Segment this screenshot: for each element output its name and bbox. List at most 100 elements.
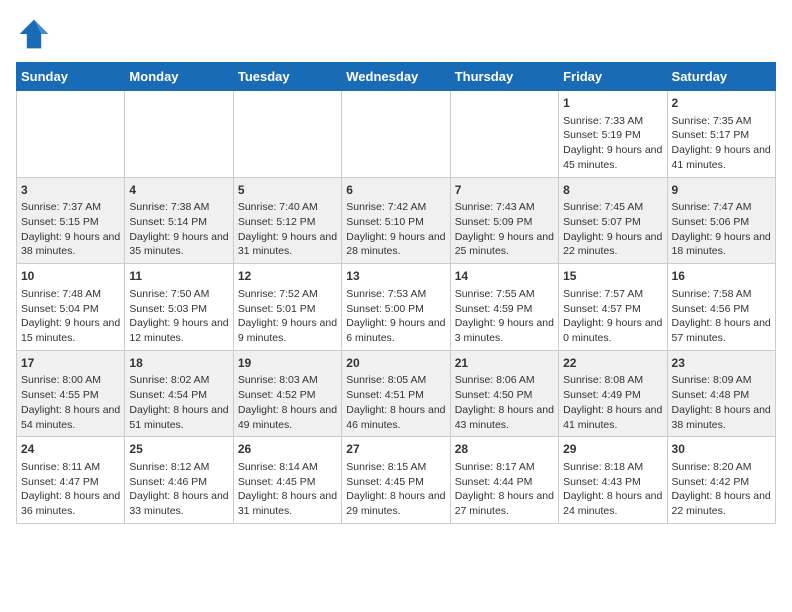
daylight-text: Daylight: 8 hours and 57 minutes. (672, 316, 771, 345)
sunset-text: Sunset: 4:44 PM (455, 475, 554, 490)
sunrise-text: Sunrise: 7:43 AM (455, 200, 554, 215)
header-sunday: Sunday (17, 63, 125, 91)
daylight-text: Daylight: 9 hours and 12 minutes. (129, 316, 228, 345)
calendar-cell (233, 91, 341, 178)
calendar-cell: 26 Sunrise: 8:14 AMSunset: 4:45 PMDayligh… (233, 437, 341, 524)
daylight-text: Daylight: 9 hours and 28 minutes. (346, 230, 445, 259)
sunset-text: Sunset: 4:55 PM (21, 388, 120, 403)
day-number: 10 (21, 268, 120, 285)
daylight-text: Daylight: 8 hours and 41 minutes. (563, 403, 662, 432)
sunset-text: Sunset: 4:51 PM (346, 388, 445, 403)
calendar-week-3: 10Sunrise: 7:48 AMSunset: 5:04 PMDayligh… (17, 264, 776, 351)
sunrise-text: Sunrise: 8:03 AM (238, 373, 337, 388)
daylight-text: Daylight: 9 hours and 18 minutes. (672, 230, 771, 259)
calendar-cell: 16Sunrise: 7:58 AMSunset: 4:56 PMDayligh… (667, 264, 775, 351)
day-number: 25 (129, 441, 228, 458)
daylight-text: Daylight: 9 hours and 15 minutes. (21, 316, 120, 345)
calendar-cell: 18Sunrise: 8:02 AMSunset: 4:54 PMDayligh… (125, 350, 233, 437)
sunset-text: Sunset: 5:09 PM (455, 215, 554, 230)
sunset-text: Sunset: 5:10 PM (346, 215, 445, 230)
page-header (16, 16, 776, 52)
calendar-cell: 7Sunrise: 7:43 AMSunset: 5:09 PMDaylight… (450, 177, 558, 264)
day-number: 26 (238, 441, 337, 458)
sunset-text: Sunset: 4:50 PM (455, 388, 554, 403)
daylight-text: Daylight: 8 hours and 31 minutes. (238, 489, 337, 518)
daylight-text: Daylight: 9 hours and 45 minutes. (563, 143, 662, 172)
day-number: 3 (21, 182, 120, 199)
calendar-cell: 21Sunrise: 8:06 AMSunset: 4:50 PMDayligh… (450, 350, 558, 437)
sunset-text: Sunset: 4:45 PM (238, 475, 337, 490)
sunrise-text: Sunrise: 7:53 AM (346, 287, 445, 302)
daylight-text: Daylight: 8 hours and 22 minutes. (672, 489, 771, 518)
daylight-text: Daylight: 8 hours and 43 minutes. (455, 403, 554, 432)
sunset-text: Sunset: 4:57 PM (563, 302, 662, 317)
header-wednesday: Wednesday (342, 63, 450, 91)
calendar-cell: 20Sunrise: 8:05 AMSunset: 4:51 PMDayligh… (342, 350, 450, 437)
daylight-text: Daylight: 8 hours and 49 minutes. (238, 403, 337, 432)
calendar-cell: 1Sunrise: 7:33 AMSunset: 5:19 PMDaylight… (559, 91, 667, 178)
sunset-text: Sunset: 5:14 PM (129, 215, 228, 230)
daylight-text: Daylight: 8 hours and 38 minutes. (672, 403, 771, 432)
sunset-text: Sunset: 4:49 PM (563, 388, 662, 403)
logo (16, 16, 56, 52)
day-number: 19 (238, 355, 337, 372)
daylight-text: Daylight: 9 hours and 22 minutes. (563, 230, 662, 259)
day-number: 5 (238, 182, 337, 199)
day-number: 4 (129, 182, 228, 199)
day-number: 20 (346, 355, 445, 372)
daylight-text: Daylight: 9 hours and 3 minutes. (455, 316, 554, 345)
sunset-text: Sunset: 5:03 PM (129, 302, 228, 317)
day-number: 22 (563, 355, 662, 372)
daylight-text: Daylight: 9 hours and 31 minutes. (238, 230, 337, 259)
header-saturday: Saturday (667, 63, 775, 91)
calendar-cell: 2Sunrise: 7:35 AMSunset: 5:17 PMDaylight… (667, 91, 775, 178)
sunrise-text: Sunrise: 8:00 AM (21, 373, 120, 388)
sunrise-text: Sunrise: 7:38 AM (129, 200, 228, 215)
day-number: 2 (672, 95, 771, 112)
sunrise-text: Sunrise: 8:02 AM (129, 373, 228, 388)
daylight-text: Daylight: 9 hours and 25 minutes. (455, 230, 554, 259)
calendar-cell: 22Sunrise: 8:08 AMSunset: 4:49 PMDayligh… (559, 350, 667, 437)
sunrise-text: Sunrise: 7:48 AM (21, 287, 120, 302)
daylight-text: Daylight: 9 hours and 6 minutes. (346, 316, 445, 345)
sunrise-text: Sunrise: 8:20 AM (672, 460, 771, 475)
sunset-text: Sunset: 5:00 PM (346, 302, 445, 317)
calendar-header-row: SundayMondayTuesdayWednesdayThursdayFrid… (17, 63, 776, 91)
calendar-cell: 19Sunrise: 8:03 AMSunset: 4:52 PMDayligh… (233, 350, 341, 437)
logo-icon (16, 16, 52, 52)
header-thursday: Thursday (450, 63, 558, 91)
calendar-cell (450, 91, 558, 178)
sunset-text: Sunset: 4:45 PM (346, 475, 445, 490)
daylight-text: Daylight: 8 hours and 27 minutes. (455, 489, 554, 518)
day-number: 13 (346, 268, 445, 285)
header-monday: Monday (125, 63, 233, 91)
calendar-cell: 4Sunrise: 7:38 AMSunset: 5:14 PMDaylight… (125, 177, 233, 264)
header-friday: Friday (559, 63, 667, 91)
day-number: 7 (455, 182, 554, 199)
sunrise-text: Sunrise: 8:05 AM (346, 373, 445, 388)
sunset-text: Sunset: 4:47 PM (21, 475, 120, 490)
sunset-text: Sunset: 5:04 PM (21, 302, 120, 317)
sunset-text: Sunset: 5:15 PM (21, 215, 120, 230)
sunrise-text: Sunrise: 8:17 AM (455, 460, 554, 475)
sunrise-text: Sunrise: 7:55 AM (455, 287, 554, 302)
sunrise-text: Sunrise: 8:14 AM (238, 460, 337, 475)
calendar-cell (342, 91, 450, 178)
calendar-cell: 23Sunrise: 8:09 AMSunset: 4:48 PMDayligh… (667, 350, 775, 437)
calendar-cell: 5Sunrise: 7:40 AMSunset: 5:12 PMDaylight… (233, 177, 341, 264)
daylight-text: Daylight: 8 hours and 46 minutes. (346, 403, 445, 432)
day-number: 11 (129, 268, 228, 285)
sunset-text: Sunset: 4:59 PM (455, 302, 554, 317)
sunrise-text: Sunrise: 8:06 AM (455, 373, 554, 388)
calendar-cell: 30Sunrise: 8:20 AMSunset: 4:42 PMDayligh… (667, 437, 775, 524)
daylight-text: Daylight: 8 hours and 54 minutes. (21, 403, 120, 432)
sunrise-text: Sunrise: 7:35 AM (672, 114, 771, 129)
daylight-text: Daylight: 8 hours and 51 minutes. (129, 403, 228, 432)
day-number: 24 (21, 441, 120, 458)
calendar-week-5: 24Sunrise: 8:11 AMSunset: 4:47 PMDayligh… (17, 437, 776, 524)
day-number: 29 (563, 441, 662, 458)
day-number: 21 (455, 355, 554, 372)
sunset-text: Sunset: 4:42 PM (672, 475, 771, 490)
daylight-text: Daylight: 9 hours and 38 minutes. (21, 230, 120, 259)
calendar-cell: 15Sunrise: 7:57 AMSunset: 4:57 PMDayligh… (559, 264, 667, 351)
